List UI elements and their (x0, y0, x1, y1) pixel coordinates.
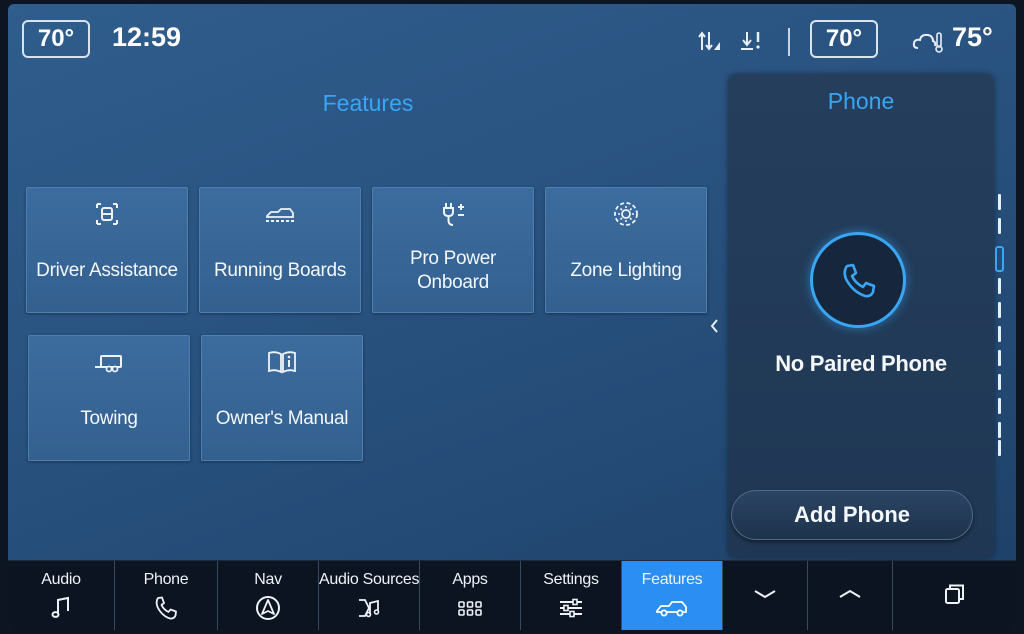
nav-audio[interactable]: Audio (8, 561, 115, 630)
nav-phone[interactable]: Phone (115, 561, 218, 630)
tile-label: Running Boards (213, 260, 347, 281)
apps-grid-icon (458, 601, 482, 616)
phone-icon (155, 596, 177, 620)
nav-settings[interactable]: Settings (521, 561, 622, 630)
zone-lighting-icon (614, 202, 638, 226)
status-divider (788, 28, 790, 56)
passenger-temp-button[interactable]: 70° (810, 20, 878, 58)
nav-label: Nav (254, 571, 282, 588)
music-note-icon (51, 596, 69, 618)
nav-apps[interactable]: Apps (420, 561, 521, 630)
driver-temp-button[interactable]: 70° (22, 20, 90, 58)
features-title: Features (322, 90, 414, 116)
tile-zone-lighting[interactable]: Zone Lighting (545, 187, 707, 313)
nav-features[interactable]: Features (622, 561, 723, 630)
power-plug-icon (443, 203, 464, 226)
status-bar: 70° 12:59 70° 75° (8, 4, 1016, 74)
tile-towing[interactable]: Towing (28, 335, 190, 461)
nav-label: Settings (543, 571, 599, 588)
truck-icon (656, 601, 687, 617)
nav-audio-sources[interactable]: Audio Sources (319, 561, 420, 630)
sliders-icon (560, 598, 582, 618)
phone-icon (843, 263, 876, 298)
nav-label: Apps (452, 571, 488, 588)
download-alert-icon (741, 32, 760, 50)
sync-screen: 70° 12:59 70° 75° Features Driver Assist… (8, 4, 1016, 630)
running-boards-icon (266, 208, 294, 222)
chevron-down-icon (754, 590, 776, 599)
tile-label: Driver Assistance (36, 260, 178, 281)
tile-owners-manual[interactable]: Owner's Manual (201, 335, 363, 461)
nav-label: Audio (41, 571, 81, 588)
phone-panel-title: Phone (827, 88, 895, 114)
phone-call-button[interactable] (810, 232, 906, 328)
chevron-left-icon[interactable] (708, 316, 720, 336)
nav-collapse-down[interactable] (723, 561, 808, 630)
driver-assist-icon (96, 203, 118, 225)
nav-nav[interactable]: Nav (218, 561, 319, 630)
bottom-nav: Audio Phone Nav Audio Sources Apps Setti… (8, 560, 1016, 630)
add-phone-button[interactable]: Add Phone (731, 490, 973, 540)
signal-up-down-icon (698, 31, 720, 51)
nav-label: Audio Sources (319, 571, 419, 588)
tile-label: Owner's Manual (215, 408, 349, 429)
tile-pro-power-onboard[interactable]: Pro Power Onboard (372, 187, 534, 313)
trailer-icon (95, 355, 122, 373)
scroll-indicator[interactable] (995, 194, 1004, 456)
tile-label: Pro Power Onboard (409, 248, 496, 293)
audio-sources-icon (359, 599, 380, 618)
weather-cloud-icon (912, 32, 943, 53)
nav-expand-up[interactable] (808, 561, 893, 630)
phone-panel: Phone No Paired Phone Add Phone (728, 74, 994, 558)
navigation-icon (256, 596, 280, 620)
nav-label: Features (641, 571, 703, 588)
chevron-up-icon (839, 589, 861, 598)
phone-status: No Paired Phone (775, 351, 947, 376)
window-stack-icon (944, 584, 964, 604)
nav-label: Phone (143, 571, 189, 588)
nav-window-switch[interactable] (893, 561, 1016, 630)
tile-label: Towing (80, 408, 138, 429)
outside-temperature: 75° (952, 22, 993, 52)
tile-running-boards[interactable]: Running Boards (199, 187, 361, 313)
manual-book-icon (268, 351, 296, 374)
tile-label: Zone Lighting (570, 260, 682, 281)
tile-driver-assistance[interactable]: Driver Assistance (26, 187, 188, 313)
clock: 12:59 (112, 22, 182, 52)
scroll-thumb[interactable] (995, 246, 1004, 272)
